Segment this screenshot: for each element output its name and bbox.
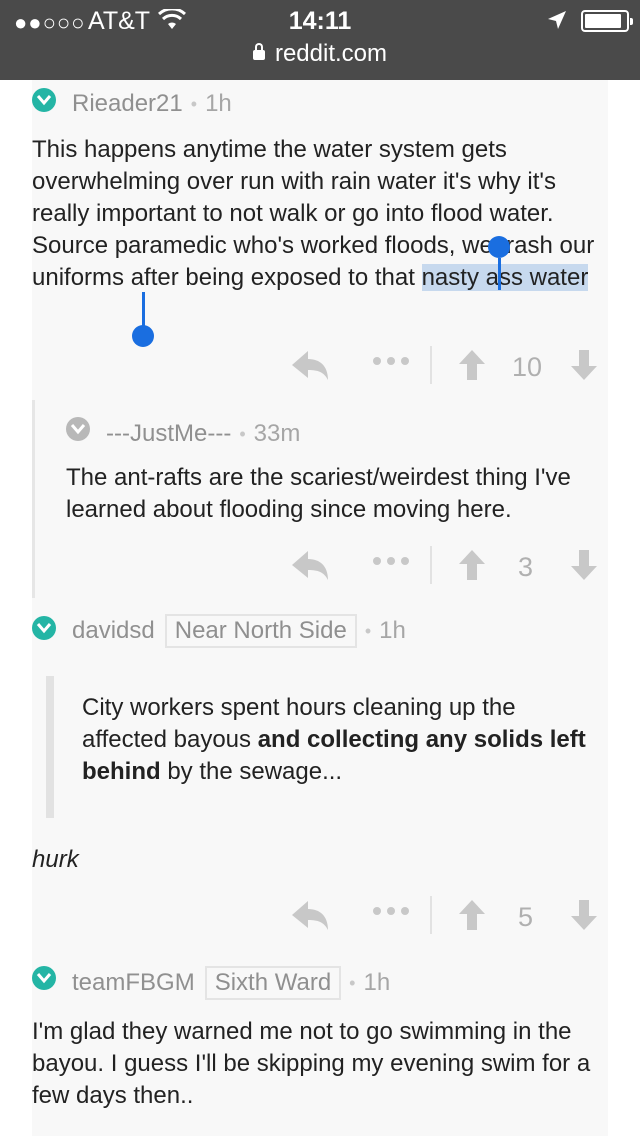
comment-body: I'm glad they warned me not to go swimmi… [32, 1018, 591, 1109]
comment-body: hurk [32, 846, 79, 873]
comment-body: This happens anytime the water system ge… [32, 136, 595, 291]
reply-icon[interactable] [292, 898, 330, 937]
vote-count: 10 [512, 352, 543, 382]
selection-end-handle[interactable] [132, 325, 154, 347]
comment-age: 1h [363, 969, 391, 996]
comment-meta: teamFBGM Sixth Ward • 1h [72, 966, 390, 1000]
upvote-icon[interactable] [458, 898, 486, 937]
comment-author[interactable]: davidsd [72, 617, 155, 645]
comment-age: 1h [379, 617, 406, 644]
vote-count: 3 [518, 552, 534, 582]
comment-age: 1h [205, 90, 232, 117]
battery-icon [581, 10, 633, 32]
blockquote-bar [46, 676, 54, 818]
divider [430, 346, 432, 384]
comment-author[interactable]: teamFBGM [72, 969, 195, 997]
lock-icon [252, 43, 265, 60]
selection-start-bar [498, 258, 501, 290]
selection-end-bar [142, 292, 145, 326]
clock: 14:11 [288, 7, 352, 35]
check-circle-icon [32, 88, 56, 112]
vote-count: 5 [518, 902, 534, 932]
comment-meta: davidsd Near North Side • 1h [72, 614, 406, 648]
check-circle-icon [66, 417, 90, 441]
more-icon[interactable] [372, 554, 410, 572]
ios-status-bar: ●●○○○ AT&T 14:11 reddit.com [0, 0, 640, 80]
comment-actions: 5 [32, 896, 608, 938]
downvote-icon[interactable] [570, 898, 598, 937]
user-flair: Sixth Ward [204, 966, 342, 1000]
user-flair: Near North Side [164, 614, 357, 648]
comment-author[interactable]: ---JustMe--- [106, 420, 231, 448]
divider [430, 896, 432, 934]
comment-body: The ant-rafts are the scariest/weirdest … [66, 464, 571, 523]
downvote-icon[interactable] [570, 348, 598, 387]
selection-start-handle[interactable] [488, 236, 510, 258]
comment-thread: Rieader21 • 1h This happens anytime the … [32, 80, 608, 1136]
comment-age: 33m [253, 420, 301, 447]
comment-meta: ---JustMe--- • 33m [106, 420, 301, 448]
divider [430, 546, 432, 584]
text-selection[interactable]: nasty ass water [421, 264, 589, 291]
reply-icon[interactable] [292, 348, 330, 387]
comment-actions: 10 [32, 346, 608, 388]
location-arrow-icon [547, 10, 567, 35]
comment-author[interactable]: Rieader21 [72, 90, 183, 118]
address-bar[interactable]: reddit.com [0, 40, 640, 68]
upvote-icon[interactable] [458, 348, 486, 387]
downvote-icon[interactable] [570, 548, 598, 587]
check-circle-icon [32, 616, 56, 640]
more-icon[interactable] [372, 904, 410, 922]
url-text: reddit.com [274, 40, 388, 67]
more-icon[interactable] [372, 354, 410, 372]
blockquote: City workers spent hours cleaning up the… [82, 694, 586, 785]
check-circle-icon [32, 966, 56, 990]
reply-icon[interactable] [292, 548, 330, 587]
upvote-icon[interactable] [458, 548, 486, 587]
comment-meta: Rieader21 • 1h [72, 90, 232, 118]
comment-actions: 3 [32, 546, 608, 588]
